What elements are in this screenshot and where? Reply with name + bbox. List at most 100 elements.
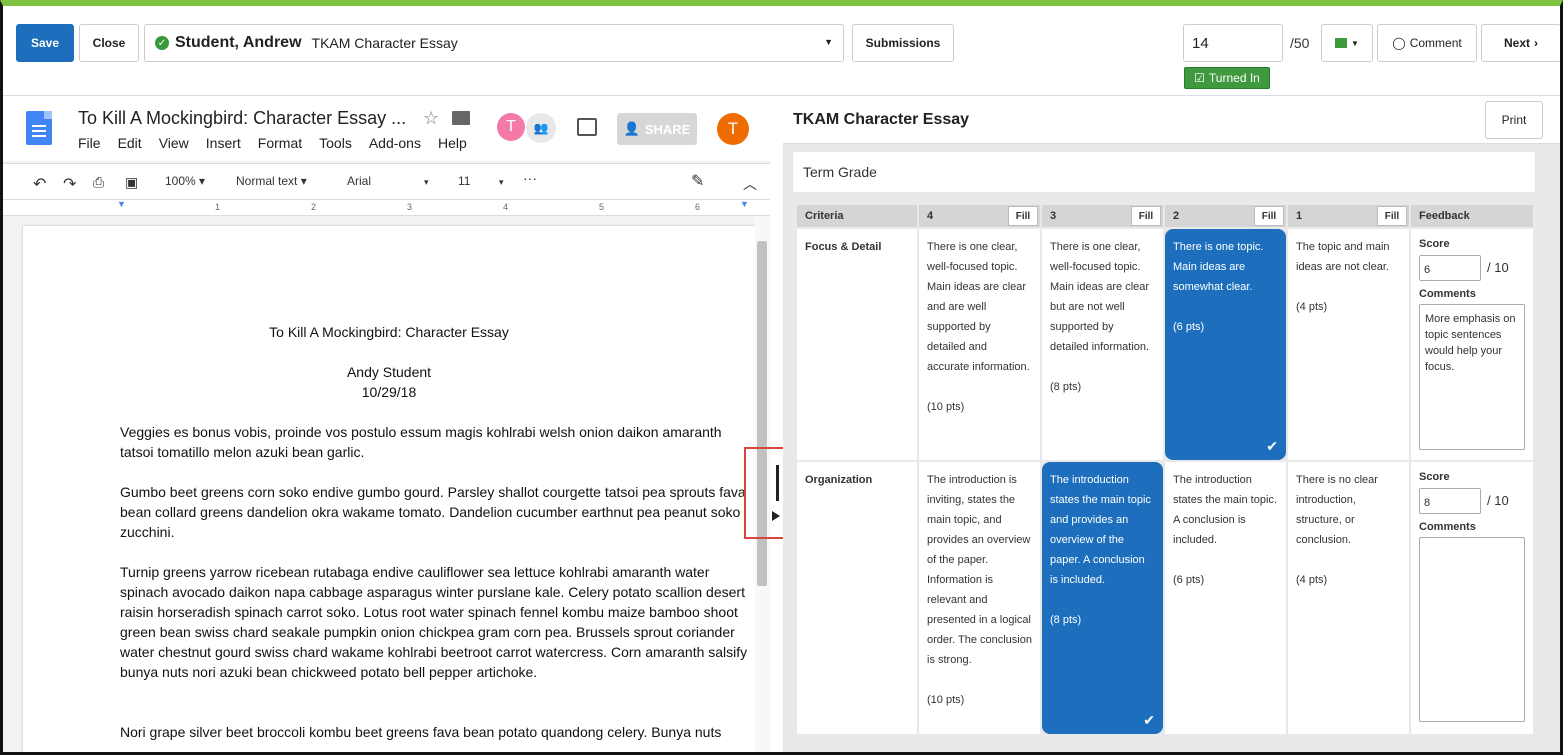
comments-icon[interactable] [577,118,597,136]
edit-pencil-icon[interactable]: ✎ [691,171,704,191]
paint-format-icon[interactable]: ▣ [125,174,138,191]
cell-points: (10 pts) [927,401,965,413]
turned-in-badge: ☑ Turned In [1184,67,1270,89]
cell-description: There is one clear, well-focused topic. … [1050,241,1150,353]
rubric-cell[interactable]: There is no clear introduction, structur… [1288,462,1409,734]
criterion-name: Organization [797,462,917,734]
score-max: / 10 [1487,260,1509,275]
rubric-row: Focus & Detail There is one clear, well-… [797,229,1533,460]
rubric-table: Criteria 4 Fill 3 Fill 2 Fill 1 Fill Feedbac… [795,203,1535,736]
menu-format[interactable]: Format [258,135,302,151]
fill-button[interactable]: Fill [1008,206,1038,226]
cell-description: There is no clear introduction, structur… [1296,474,1378,546]
ruler-mark: 5 [599,202,605,212]
rubric-cell-selected[interactable]: There is one topic. Main ideas are somew… [1165,229,1286,460]
folder-icon[interactable] [452,111,470,125]
more-icon[interactable]: ··· [523,170,537,186]
fill-button[interactable]: Fill [1131,206,1161,226]
menu-insert[interactable]: Insert [206,135,241,151]
menu-view[interactable]: View [159,135,189,151]
rubric-title: TKAM Character Essay [793,111,970,128]
collapse-icon[interactable]: ︿ [743,174,757,194]
close-button[interactable]: Close [79,24,139,62]
submissions-button[interactable]: Submissions [852,24,954,62]
chevron-right-icon: › [1534,36,1538,50]
doc-toolbar: ↶ ↷ ⎙ ▣ 100% ▾ Normal text ▾ Arial ▾ 11 … [3,163,770,200]
comments-textarea[interactable] [1419,537,1525,722]
score-input[interactable]: 14 [1183,24,1283,62]
criterion-score-input[interactable]: 8 [1419,488,1481,514]
font-size-value: 11 [458,174,471,188]
doc-title[interactable]: To Kill A Mockingbird: Character Essay .… [78,108,406,129]
level-1-header: 1 Fill [1288,205,1409,227]
cell-points: (6 pts) [1173,574,1205,586]
zoom-select[interactable]: 100% ▾ [165,174,205,188]
check-icon: ✔ [1143,712,1155,728]
score-max: / 10 [1487,493,1509,508]
menu-addons[interactable]: Add-ons [369,135,421,151]
grading-panel: TKAM Character Essay Print Term Grade Cr… [783,96,1560,752]
level-label: 3 [1050,210,1057,222]
avatar[interactable]: T [497,113,525,141]
drag-handle-icon [776,465,779,501]
level-label: 2 [1173,210,1180,222]
fill-button[interactable]: Fill [1254,206,1284,226]
person-add-icon: 👤 [623,121,640,136]
next-button[interactable]: Next › [1481,24,1560,62]
comment-button[interactable]: ◯ Comment [1377,24,1477,62]
user-avatar[interactable]: T [717,113,749,145]
save-button[interactable]: Save [16,24,74,62]
comments-textarea[interactable]: More emphasis on topic sentences would h… [1419,304,1525,450]
rubric-cell[interactable]: The topic and main ideas are not clear. (… [1288,229,1409,460]
level-3-header: 3 Fill [1042,205,1163,227]
expand-right-icon[interactable] [772,511,780,521]
cell-description: The introduction states the main topic. … [1173,474,1277,546]
rubric-header: TKAM Character Essay Print [783,96,1560,144]
menu-edit[interactable]: Edit [118,135,142,151]
indent-marker-icon[interactable]: ▼ [117,199,126,209]
assignment-name: TKAM Character Essay [311,35,458,51]
criterion-score-input[interactable]: 6 [1419,255,1481,281]
font-value: Arial [347,174,372,188]
menu-file[interactable]: File [78,135,101,151]
font-size-select[interactable]: 11 [458,174,470,188]
share-button[interactable]: 👤 SHARE [617,113,697,145]
cell-points: (6 pts) [1173,321,1205,333]
criteria-header: Criteria [797,205,917,227]
style-select[interactable]: Normal text ▾ [236,174,307,188]
fill-button[interactable]: Fill [1377,206,1407,226]
rubric-cell-selected[interactable]: The introduction states the main topic a… [1042,462,1163,734]
menu-help[interactable]: Help [438,135,467,151]
term-grade-label: Term Grade [793,152,1535,192]
turned-in-label: Turned In [1208,71,1260,85]
people-icon[interactable]: 👥 [526,113,556,143]
cell-points: (4 pts) [1296,301,1328,313]
rubric-cell[interactable]: There is one clear, well-focused topic. … [1042,229,1163,460]
ruler-mark: 2 [311,202,317,212]
indent-marker-icon[interactable]: ▼ [740,199,749,209]
document-page[interactable]: To Kill A Mockingbird: Character Essay A… [23,226,755,752]
essay-paragraph: Nori grape silver beet broccoli kombu be… [120,724,722,740]
font-select[interactable]: Arial [347,174,371,188]
redo-icon[interactable]: ↷ [63,174,76,194]
flag-button[interactable]: ▼ [1321,24,1373,62]
feedback-cell: Score 6 / 10 Comments More emphasis on to… [1411,229,1533,460]
comment-label: Comment [1409,36,1462,50]
rubric-cell[interactable]: The introduction is inviting, states the… [919,462,1040,734]
cell-description: There is one clear, well-focused topic. … [927,241,1030,373]
essay-date: 10/29/18 [361,384,417,400]
student-selector[interactable]: ✓ Student, Andrew TKAM Character Essay ▼ [144,24,844,62]
undo-icon[interactable]: ↶ [33,174,46,194]
rubric-cell[interactable]: The introduction states the main topic. … [1165,462,1286,734]
cell-description: The introduction states the main topic a… [1050,474,1151,586]
print-button[interactable]: Print [1485,101,1543,139]
rubric-cell[interactable]: There is one clear, well-focused topic. … [919,229,1040,460]
print-icon[interactable]: ⎙ [93,174,104,191]
essay-paragraph: Turnip greens yarrow ricebean rutabaga e… [120,564,748,680]
ruler-mark: 3 [407,202,413,212]
menu-tools[interactable]: Tools [319,135,352,151]
chevron-down-icon: ▼ [1351,38,1359,48]
ruler-mark: 6 [695,202,701,212]
star-icon[interactable]: ☆ [423,108,439,129]
chevron-down-icon: ▾ [499,177,504,187]
